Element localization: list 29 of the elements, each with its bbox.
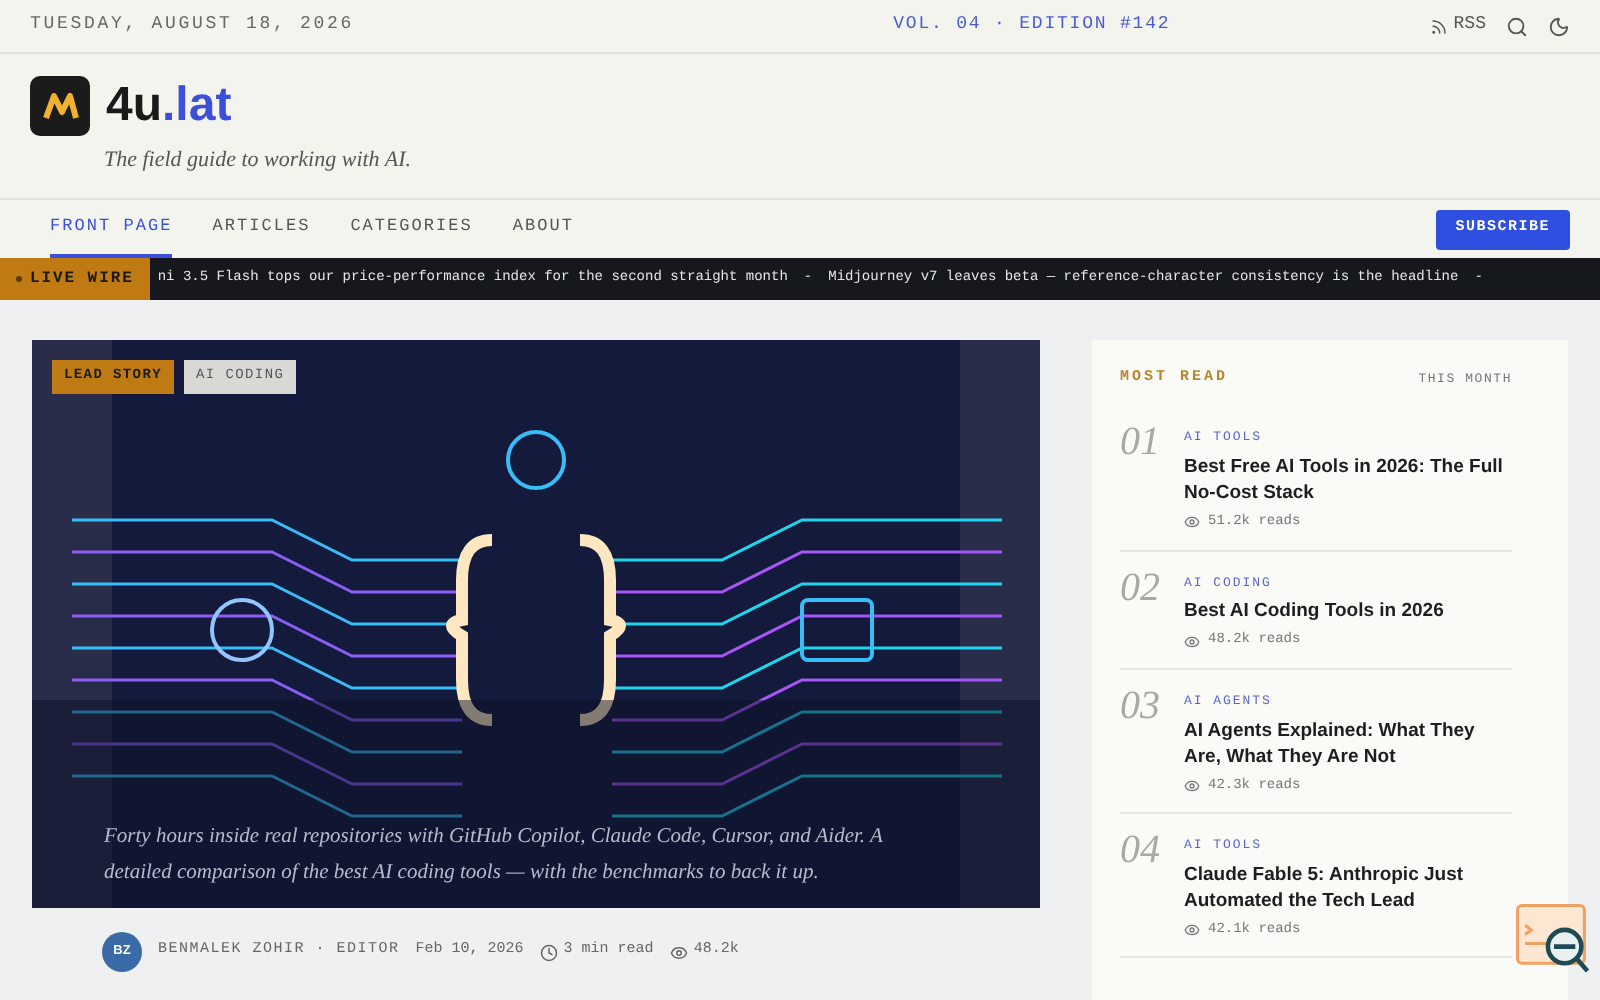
logo-icon (30, 76, 90, 136)
rank-number: 02 (1120, 567, 1162, 613)
rank-number: 03 (1120, 685, 1162, 732)
eye-icon (669, 943, 688, 961)
rss-link[interactable]: RSS (1429, 12, 1486, 40)
eye-icon (1184, 777, 1200, 794)
rank-number: 01 (1120, 422, 1162, 469)
rss-icon (1429, 17, 1448, 35)
eye-icon (1184, 633, 1200, 649)
search-icon[interactable] (1505, 15, 1528, 37)
nav-tab[interactable]: ABOUT (512, 200, 575, 258)
eye-icon (1184, 922, 1200, 938)
theme-toggle-icon[interactable] (1547, 15, 1570, 37)
edition-text: VOL. 04 · EDITION #142 (893, 12, 1171, 39)
date-text: TUESDAY, AUGUST 18, 2026 (30, 12, 355, 39)
nav-tab[interactable]: CATEGORIES (350, 200, 473, 258)
article-title[interactable]: Claude Fable 5: Anthropic Just Automated the Tech Lead (1184, 861, 1512, 914)
article-title[interactable]: Best AI Coding Tools in 2026 (1184, 598, 1444, 625)
article-title[interactable]: AI Agents Explained: What They Are, What They Are Not (1184, 717, 1512, 769)
tagline-text: The field guide to working with AI. (104, 146, 413, 176)
article-title[interactable]: Best Free AI Tools in 2026: The Full No-Cost Stack (1184, 454, 1512, 506)
eye-icon (1184, 514, 1200, 531)
live-wire-label: LIVE WIRE (0, 258, 150, 300)
nav-tab[interactable]: ARTICLES (212, 200, 311, 258)
clock-icon (539, 943, 558, 961)
search-window-icon[interactable] (1516, 904, 1592, 974)
rank-number: 04 (1120, 830, 1162, 876)
lead-excerpt: Forty hours inside real repositories with GitHub Copilot, Claude Code, Cursor, and Aider. A detailed comparison of the best AI coding tools — with the benchmarks to back it up. (104, 824, 885, 888)
site-title[interactable]: 4u.lat (106, 82, 232, 130)
